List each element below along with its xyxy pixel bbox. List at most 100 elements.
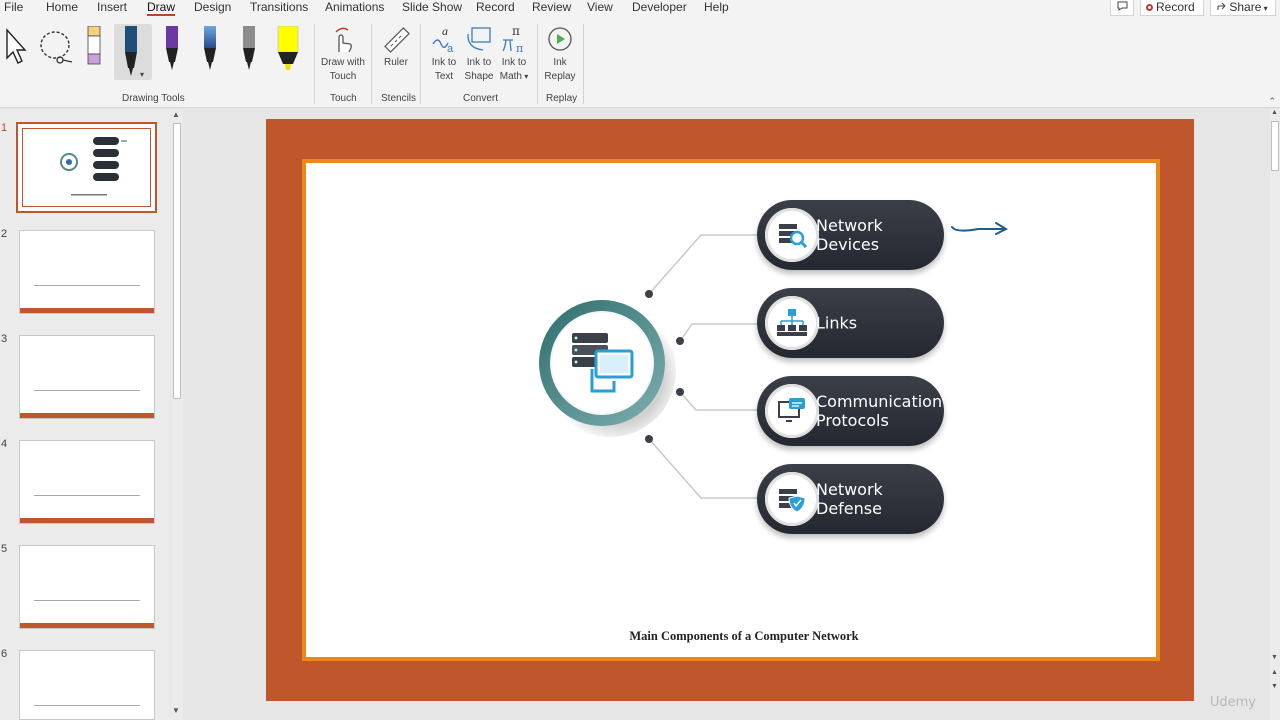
tab-design[interactable]: Design [194,0,231,16]
slide-thumbnail-pane: 1 2 3 4 5 6 [0,109,170,720]
collapse-ribbon-icon[interactable]: ⌃ [1268,96,1276,107]
ink-to-text-icon[interactable]: a a [430,24,458,54]
slide-thumbnail-6[interactable] [19,650,155,720]
pen-navy-icon[interactable] [122,26,140,78]
hub-graphic [538,293,676,438]
ink-to-shape-icon[interactable] [465,24,493,54]
network-hierarchy-icon [765,296,819,350]
svg-text:a: a [447,43,454,54]
draw-with-touch-label[interactable]: Draw with Touch [318,56,368,84]
group-touch: Touch [330,93,357,104]
pill-label: Network Defense [816,480,883,518]
thumbnail-number: 6 [1,648,8,660]
udemy-watermark: Udemy [1209,695,1256,710]
group-convert: Convert [463,93,499,104]
slide-caption[interactable]: Main Components of a Computer Network [306,629,1182,644]
server-search-icon [765,208,819,262]
tab-file[interactable]: File [4,0,23,16]
hub-network-icon [539,300,676,437]
thumbnail-scrollbar[interactable]: ▲ ▼ [171,109,183,720]
tab-draw[interactable]: Draw [147,0,176,16]
ink-arrow-annotation[interactable] [951,222,1009,235]
ruler-label[interactable]: Ruler [384,56,408,70]
pen-galaxy-icon[interactable] [201,26,219,78]
previous-slide-icon[interactable]: ▲ [1271,669,1278,676]
thumbnail-number: 1 [1,122,8,134]
share-icon [1217,2,1226,10]
ink-to-math-label[interactable]: Ink to Math ▾ [496,56,532,84]
ink-to-shape-label[interactable]: Ink to Shape [461,56,497,84]
ink-to-math-icon[interactable]: π π [500,24,528,54]
slide-thumbnail-5[interactable] [19,545,155,629]
scroll-down-icon[interactable]: ▼ [172,706,180,715]
ink-replay-label[interactable]: Ink Replay [544,56,576,84]
tab-slide-show[interactable]: Slide Show [402,0,462,16]
ruler-icon[interactable] [383,26,411,54]
pen-dropdown-icon[interactable]: ▾ [140,68,144,82]
tab-record[interactable]: Record [476,0,515,16]
ribbon: ▾ Drawing Tools Draw with Touch Touch Ru… [0,16,1280,108]
share-label: Share [1229,0,1262,14]
tab-developer[interactable]: Developer [632,0,687,16]
svg-text:π: π [516,42,523,54]
slide-editor: Network Devices Links Communication Protoc… [186,109,1270,716]
slide-frame[interactable]: Network Devices Links Communication Protoc… [266,119,1194,701]
group-replay: Replay [546,93,578,104]
scrollbar-thumb[interactable] [1271,121,1279,171]
record-button[interactable]: Record [1140,0,1204,16]
component-pill-links[interactable]: Links [757,288,944,358]
next-slide-icon[interactable]: ▼ [1271,683,1278,690]
group-separator [314,24,315,104]
slide-thumbnail-4[interactable] [19,440,155,524]
pen-purple-icon[interactable] [163,26,181,78]
tab-animations[interactable]: Animations [325,0,384,16]
thumbnail-number: 5 [1,543,8,555]
select-cursor-icon[interactable] [4,28,28,66]
thumbnail-number: 4 [1,438,8,450]
tab-review[interactable]: Review [532,0,571,16]
scroll-down-icon[interactable]: ▼ [1271,654,1278,661]
pill-label: Network Devices [816,216,883,254]
tab-home[interactable]: Home [46,0,78,16]
comments-button[interactable] [1110,0,1134,16]
slide-thumbnail-1[interactable] [16,122,157,213]
server-shield-icon [765,472,819,526]
svg-text:a: a [442,24,448,38]
pen-silver-icon[interactable] [240,26,258,78]
group-separator [583,24,584,104]
tab-insert[interactable]: Insert [97,0,127,16]
group-stencils: Stencils [381,93,417,104]
editor-scrollbar[interactable]: ▲ ▼ ▲ ▼ [1270,109,1280,720]
pencil-icon[interactable] [85,26,103,68]
svg-text:π: π [512,24,520,38]
lasso-select-icon[interactable] [38,28,76,66]
component-pill-communication-protocols[interactable]: Communication Protocols [757,376,944,446]
slide-thumbnail-3[interactable] [19,335,155,419]
tab-transitions[interactable]: Transitions [250,0,308,16]
connector-lines [645,222,1009,499]
scrollbar-thumb[interactable] [173,123,181,399]
share-button[interactable]: Share ▾ [1210,0,1276,16]
pill-label: Communication Protocols [816,392,943,430]
slide-canvas[interactable]: Network Devices Links Communication Protoc… [302,159,1160,661]
tab-view[interactable]: View [587,0,613,16]
record-label: Record [1156,0,1195,14]
thumbnail-number: 3 [1,333,8,345]
component-pill-network-devices[interactable]: Network Devices [757,200,944,270]
slide-1-preview [60,137,127,196]
tab-help[interactable]: Help [704,0,729,16]
thumbnail-number: 2 [1,228,8,240]
scroll-up-icon[interactable]: ▲ [1271,109,1278,116]
record-dot-icon [1146,4,1153,11]
draw-with-touch-icon[interactable] [330,26,356,54]
pill-label: Links [816,313,858,333]
ink-to-text-label[interactable]: Ink to Text [426,56,462,84]
slide-thumbnail-2[interactable] [19,230,155,314]
group-separator [420,24,421,104]
component-pill-network-defense[interactable]: Network Defense [757,464,944,534]
comment-icon [1117,1,1127,11]
highlighter-yellow-icon[interactable] [276,26,300,78]
scroll-up-icon[interactable]: ▲ [172,110,180,119]
chat-monitor-icon [765,384,819,438]
ink-replay-icon[interactable] [546,24,574,54]
